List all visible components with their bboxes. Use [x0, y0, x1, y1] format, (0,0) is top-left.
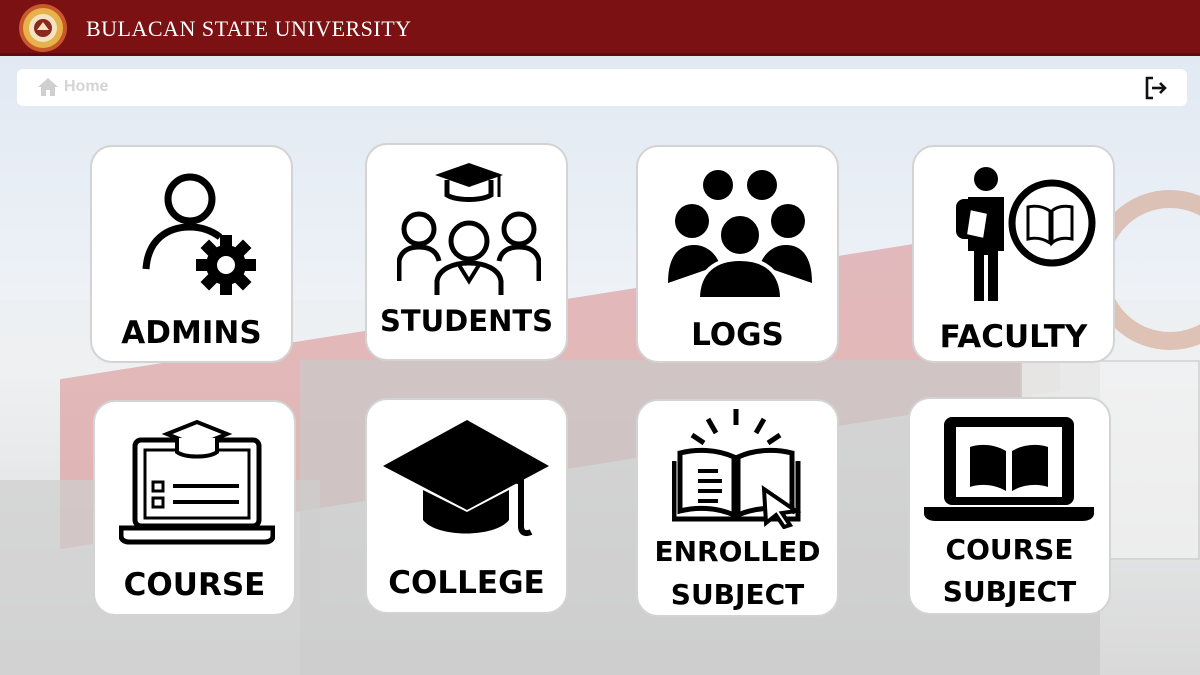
university-seal-logo	[19, 4, 67, 52]
university-name: BULACAN STATE UNIVERSITY	[86, 16, 412, 41]
course-subject-label-line1: COURSE	[945, 533, 1074, 566]
logs-label: LOGS	[691, 317, 784, 353]
enrolled-subject-label-line2: SUBJECT	[670, 578, 805, 611]
laptop-course-icon	[119, 419, 275, 545]
graduation-cap-icon	[383, 420, 549, 537]
faculty-label: FACULTY	[939, 319, 1088, 355]
app-header: BULACAN STATE UNIVERSITY	[0, 0, 1200, 56]
students-graduation-icon	[397, 163, 541, 295]
logout-icon[interactable]	[1143, 75, 1169, 101]
faculty-tile[interactable]: FACULTY	[912, 145, 1115, 363]
college-label: COLLEGE	[388, 565, 545, 601]
students-label: STUDENTS	[379, 304, 554, 338]
course-subject-tile[interactable]: COURSE SUBJECT	[908, 397, 1111, 615]
admins-label: ADMINS	[121, 315, 262, 351]
college-tile[interactable]: COLLEGE	[365, 398, 568, 614]
course-subject-label-line2: SUBJECT	[942, 575, 1077, 608]
admin-settings-icon	[142, 173, 256, 295]
logs-tile[interactable]: LOGS	[636, 145, 839, 363]
course-tile[interactable]: COURSE	[93, 400, 296, 616]
course-label: COURSE	[123, 567, 266, 603]
open-book-cursor-icon	[672, 409, 802, 529]
home-icon	[38, 78, 58, 96]
breadcrumb-bar: Home	[17, 69, 1187, 106]
people-group-icon	[668, 170, 812, 301]
faculty-book-icon	[956, 167, 1096, 301]
breadcrumb-home-label: Home	[64, 78, 109, 95]
students-tile[interactable]: STUDENTS	[365, 143, 568, 361]
breadcrumb-home[interactable]: Home	[37, 77, 108, 97]
enrolled-subject-tile[interactable]: ENROLLED SUBJECT	[636, 399, 839, 617]
laptop-book-icon	[924, 417, 1094, 521]
admins-tile[interactable]: ADMINS	[90, 145, 293, 363]
enrolled-subject-label-line1: ENROLLED	[654, 535, 821, 568]
